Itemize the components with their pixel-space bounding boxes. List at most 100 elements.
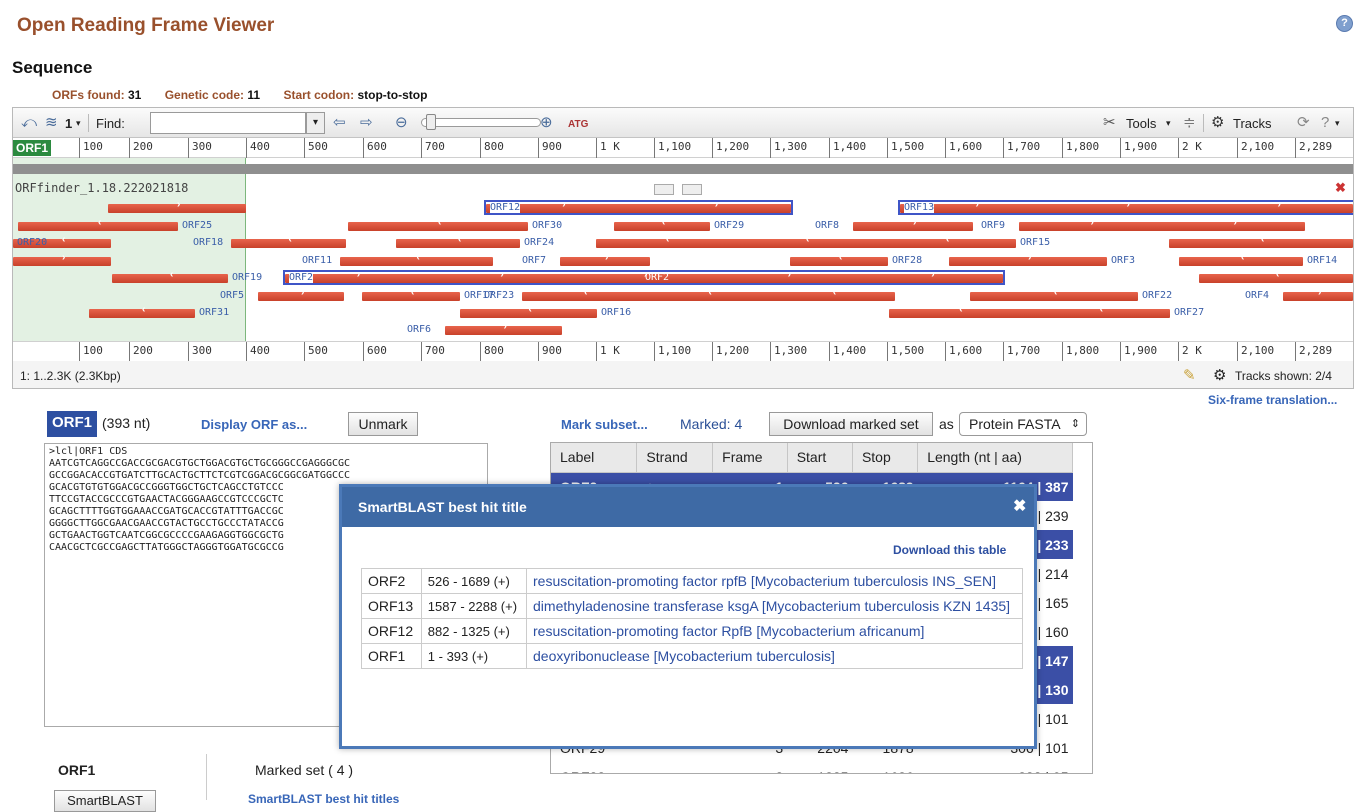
orf-feature-bar[interactable]: ‹ — [460, 304, 597, 318]
pencil-icon[interactable]: ✎ — [1183, 366, 1196, 384]
column-header[interactable]: Stop — [852, 443, 919, 473]
smartblast-button[interactable]: SmartBLAST — [54, 790, 156, 812]
display-orf-link[interactable]: Display ORF as... — [201, 417, 307, 432]
orf-feature-bar[interactable]: ‹ ‹ — [889, 304, 1170, 318]
download-table-link[interactable]: Download this table — [893, 543, 1006, 557]
column-header[interactable]: Label — [551, 443, 638, 473]
sequence-viewer[interactable]: ⤺ ≋ 1 ▾ Find: ▾ ⇦ ⇨ ⊖ ⊕ ATG ✂ Tools ▾ ≑ … — [12, 107, 1354, 389]
orf-feature-label[interactable]: ORF7 — [522, 255, 546, 266]
orf-feature-label[interactable]: ORF23 — [484, 290, 514, 301]
orf-feature-bar[interactable]: › — [560, 252, 650, 266]
arrow-right-icon: › — [301, 287, 305, 298]
orf-feature-bar[interactable]: ‹ — [1179, 252, 1303, 266]
column-header[interactable]: Start — [787, 443, 853, 473]
arrow-left-icon: ‹ — [584, 287, 588, 298]
column-header[interactable]: Frame — [712, 443, 788, 473]
orf-feature-label[interactable]: ORF30 — [532, 220, 562, 231]
hit-title-link[interactable]: deoxyribonuclease [Mycobacterium tubercu… — [526, 643, 1023, 669]
orf-feature-bar[interactable]: ‹ — [1169, 234, 1353, 248]
column-header[interactable]: Length (nt | aa) — [917, 443, 1073, 473]
orf-feature-label[interactable]: ORF2 — [289, 272, 314, 283]
orf-feature-label[interactable]: ORF5 — [220, 290, 244, 301]
arrow-left-icon: ‹ — [839, 252, 843, 263]
orf-feature-bar[interactable]: › › — [1019, 217, 1305, 231]
orf-feature-label[interactable]: ORF4 — [1245, 290, 1269, 301]
orf-feature-label[interactable]: ORF20 — [17, 237, 47, 248]
arrow-left-icon: ‹ — [62, 234, 66, 245]
hit-title-link[interactable]: dimethyladenosine transferase ksgA [Myco… — [526, 593, 1023, 619]
bottom-orf-label: ORF1 — [58, 762, 96, 778]
hit-title-link[interactable]: resuscitation-promoting factor RpfB [Myc… — [526, 618, 1023, 644]
orf-feature-bar[interactable]: › — [258, 287, 344, 301]
orf-feature-label[interactable]: ORF6 — [407, 324, 431, 335]
unmark-button[interactable]: Unmark — [348, 412, 418, 436]
orf-feature-bar[interactable]: ‹ — [18, 217, 178, 231]
orf-feature-bar[interactable]: ‹ ‹ ‹ — [522, 287, 895, 301]
mark-subset-link[interactable]: Mark subset... — [561, 417, 648, 432]
orf-feature-label[interactable]: ORF8 — [815, 220, 839, 231]
orf-feature-bar[interactable]: ‹ — [89, 304, 195, 318]
orf-feature-bar[interactable]: ‹ — [790, 252, 888, 266]
ruler-tick: 1,600 — [945, 342, 982, 362]
orf-feature-label[interactable]: ORF11 — [302, 255, 332, 266]
orf-feature-bar[interactable]: › — [108, 199, 246, 213]
orf-feature-bar[interactable]: ‹ ‹ ‹ — [596, 234, 1016, 248]
table-cell: − — [637, 762, 713, 774]
table-row[interactable]: ORF23−213251636288 | 95 — [551, 762, 1073, 774]
orf-feature-label[interactable]: ORF28 — [892, 255, 922, 266]
close-icon[interactable]: ✖ — [1013, 496, 1026, 516]
arrow-left-icon: ‹ — [1276, 269, 1280, 280]
orfs-found-value: 31 — [128, 88, 142, 102]
orf-feature-label[interactable]: ORF14 — [1307, 255, 1337, 266]
arrow-left-icon: ‹ — [946, 234, 950, 245]
orf-feature-label[interactable]: ORF25 — [182, 220, 212, 231]
orf-feature-bar[interactable]: ‹ — [340, 252, 493, 266]
orf-feature-label[interactable]: ORF29 — [714, 220, 744, 231]
orf-feature-bar[interactable]: ‹ — [231, 234, 346, 248]
column-header[interactable]: Strand — [636, 443, 714, 473]
download-marked-button[interactable]: Download marked set — [769, 412, 933, 436]
orf-feature-label[interactable]: ORF16 — [601, 307, 631, 318]
orf-feature-bar[interactable]: › — [853, 217, 973, 231]
orf-feature-label[interactable]: ORF13 — [904, 202, 935, 213]
orf-feature-bar[interactable]: ‹ — [348, 217, 528, 231]
ruler-tick: 2,100 — [1237, 342, 1274, 362]
orf-feature-label[interactable]: ORF22 — [1142, 290, 1172, 301]
tracks-shown[interactable]: Tracks shown: 2/4 — [1235, 369, 1332, 383]
orf-feature-bar[interactable]: ‹ — [1199, 269, 1353, 283]
genetic-code-label: Genetic code: — [164, 88, 245, 102]
orf-feature-bar[interactable]: ‹ — [614, 217, 710, 231]
orf-feature-label[interactable]: ORF15 — [1020, 237, 1050, 248]
orf-feature-bar[interactable]: › — [949, 252, 1107, 266]
orf-feature-bar[interactable]: ‹ — [112, 269, 228, 283]
orf-feature-bar[interactable]: ‹ — [396, 234, 520, 248]
orf-feature-bar[interactable]: › — [445, 321, 562, 335]
orf-feature-bar[interactable]: ‹ — [970, 287, 1138, 301]
orf-feature-label[interactable]: ORF27 — [1174, 307, 1204, 318]
orf-feature-label[interactable]: ORF19 — [232, 272, 262, 283]
table-cell: ORF1 — [361, 643, 422, 669]
orf-feature-bar[interactable]: ‹ — [362, 287, 460, 301]
ruler-tick: 200 — [129, 342, 153, 362]
orf-feature-label[interactable]: ORF18 — [193, 237, 223, 248]
orf-feature-label[interactable]: ORF12 — [490, 202, 521, 213]
ruler-tick: 700 — [421, 342, 445, 362]
hit-title-link[interactable]: resuscitation-promoting factor rpfB [Myc… — [526, 568, 1023, 594]
orf-feature-bar[interactable]: › — [13, 252, 111, 266]
six-frame-link[interactable]: Six-frame translation... — [1208, 393, 1337, 407]
ruler-tick: 100 — [79, 342, 103, 362]
arrow-left-icon: ‹ — [1099, 304, 1104, 315]
gear-icon[interactable]: ⚙ — [1213, 366, 1226, 384]
arrow-left-icon: ‹ — [832, 287, 837, 298]
orf-feature-label[interactable]: ORF24 — [524, 237, 554, 248]
orf-feature-label[interactable]: ORF31 — [199, 307, 229, 318]
orf-feature-bar[interactable]: › — [1283, 287, 1353, 301]
format-select[interactable]: Protein FASTA ⇕ — [959, 412, 1087, 436]
help-icon[interactable]: ? — [1336, 15, 1353, 32]
orf-feature-label[interactable]: ORF3 — [1111, 255, 1135, 266]
orf-feature-label[interactable]: ORF9 — [981, 220, 1005, 231]
orf-feature-label[interactable]: ORF2 — [645, 272, 669, 283]
smartblast-titles-link[interactable]: SmartBLAST best hit titles — [248, 792, 399, 806]
table-cell: 882 - 1325 (+) — [420, 618, 528, 644]
ruler-tick: 300 — [188, 342, 212, 362]
